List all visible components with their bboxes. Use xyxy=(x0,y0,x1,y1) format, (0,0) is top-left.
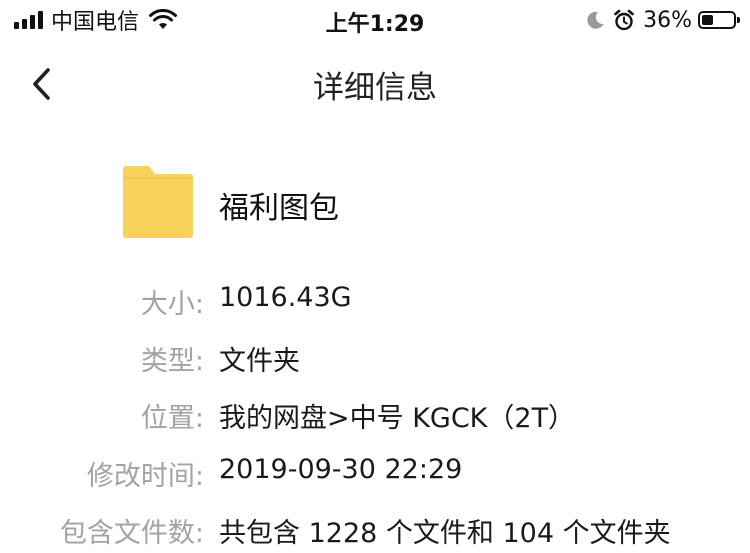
type-label: 类型: xyxy=(140,346,204,377)
detail-row-location: 位置: 我的网盘>中号 KGCK（2T） xyxy=(0,396,750,436)
location-value: 我的网盘>中号 KGCK（2T） xyxy=(219,403,576,434)
folder-icon xyxy=(123,166,193,238)
detail-row-size: 大小: 1016.43G xyxy=(0,282,750,322)
file-name: 福利图包 xyxy=(219,191,339,226)
location-label: 位置: xyxy=(140,403,204,434)
alarm-icon xyxy=(614,9,634,31)
type-value: 文件夹 xyxy=(219,346,300,377)
battery-nub xyxy=(737,17,740,23)
modified-value: 2019-09-30 22:29 xyxy=(219,454,463,485)
size-label: 大小: xyxy=(140,289,204,320)
count-value: 共包含 1228 个文件和 104 个文件夹 xyxy=(219,518,671,549)
count-label: 包含文件数: xyxy=(59,518,204,549)
status-right: 36% xyxy=(585,7,740,33)
detail-row-type: 类型: 文件夹 xyxy=(0,339,750,379)
battery-percent: 36% xyxy=(643,7,692,33)
status-bar: 中国电信 上午1:29 36% xyxy=(0,0,750,40)
modified-label: 修改时间: xyxy=(86,461,204,492)
detail-row-count: 包含文件数: 共包含 1228 个文件和 104 个文件夹 xyxy=(0,511,750,551)
detail-row-modified: 修改时间: 2019-09-30 22:29 xyxy=(0,454,750,494)
page-title: 详细信息 xyxy=(313,70,437,106)
moon-icon xyxy=(587,11,604,29)
battery-icon xyxy=(698,11,740,29)
size-value: 1016.43G xyxy=(219,282,352,313)
battery-fill xyxy=(702,15,713,25)
